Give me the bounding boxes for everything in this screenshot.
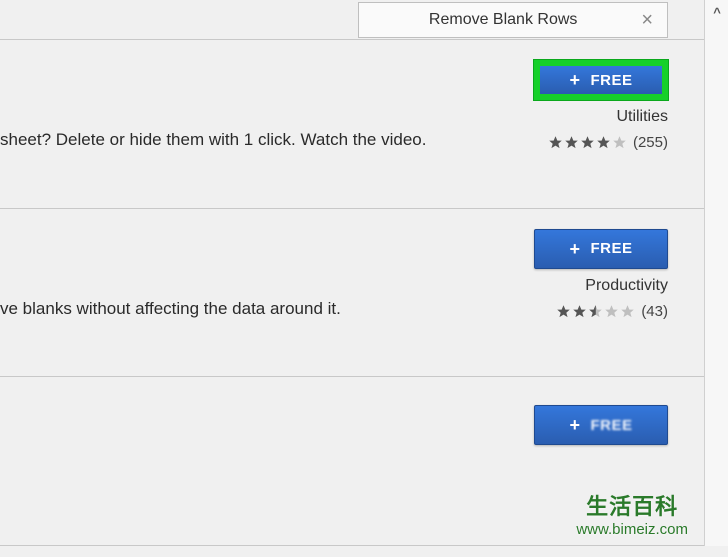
plus-icon: +: [569, 71, 580, 89]
star-icon: [556, 304, 571, 319]
search-bar-row: Remove Blank Rows ×: [0, 0, 704, 40]
star-icon: [620, 304, 635, 319]
clear-search-icon[interactable]: ×: [637, 10, 657, 30]
addon-description: ve blanks without affecting the data aro…: [0, 297, 341, 321]
star-icon: [596, 135, 611, 150]
search-box[interactable]: Remove Blank Rows ×: [358, 2, 668, 38]
rating-row: (43): [556, 303, 668, 320]
addon-meta: + FREE Utilities (255): [508, 60, 668, 151]
search-input-value[interactable]: Remove Blank Rows: [369, 11, 637, 29]
star-icon: [548, 135, 563, 150]
install-button-label: FREE: [591, 72, 633, 89]
addon-description-area: ve blanks without affecting the data aro…: [0, 229, 508, 389]
install-free-button[interactable]: + FREE: [534, 405, 668, 445]
scroll-up-icon[interactable]: ^: [705, 0, 728, 24]
addon-row: ve blanks without affecting the data aro…: [0, 209, 704, 378]
install-free-button[interactable]: + FREE: [534, 60, 668, 100]
plus-icon: +: [569, 240, 580, 258]
addon-category: Productivity: [585, 277, 668, 295]
install-button-label: FREE: [591, 240, 633, 257]
star-half-icon: [588, 304, 603, 319]
star-icon: [612, 135, 627, 150]
addon-meta: + FREE: [508, 397, 668, 445]
star-icon: [580, 135, 595, 150]
addon-meta: + FREE Productivity (43): [508, 229, 668, 320]
rating-count: (255): [633, 134, 668, 151]
addon-list: Remove Blank Rows × sheet? Delete or hid…: [0, 0, 704, 546]
addon-description-area: sheet? Delete or hide them with 1 click.…: [0, 60, 508, 220]
rating-stars: [556, 304, 635, 319]
install-free-button[interactable]: + FREE: [534, 229, 668, 269]
rating-count: (43): [641, 303, 668, 320]
rating-row: (255): [548, 134, 668, 151]
plus-icon: +: [569, 416, 580, 434]
addon-category: Utilities: [616, 108, 668, 126]
star-icon: [572, 304, 587, 319]
addon-description: sheet? Delete or hide them with 1 click.…: [0, 128, 426, 152]
addon-row: + FREE: [0, 377, 704, 546]
rating-stars: [548, 135, 627, 150]
install-button-label: FREE: [591, 417, 633, 434]
star-icon: [604, 304, 619, 319]
addon-row: sheet? Delete or hide them with 1 click.…: [0, 40, 704, 209]
addon-description-area: [0, 397, 508, 557]
vertical-scrollbar[interactable]: ^: [704, 0, 728, 546]
star-icon: [564, 135, 579, 150]
